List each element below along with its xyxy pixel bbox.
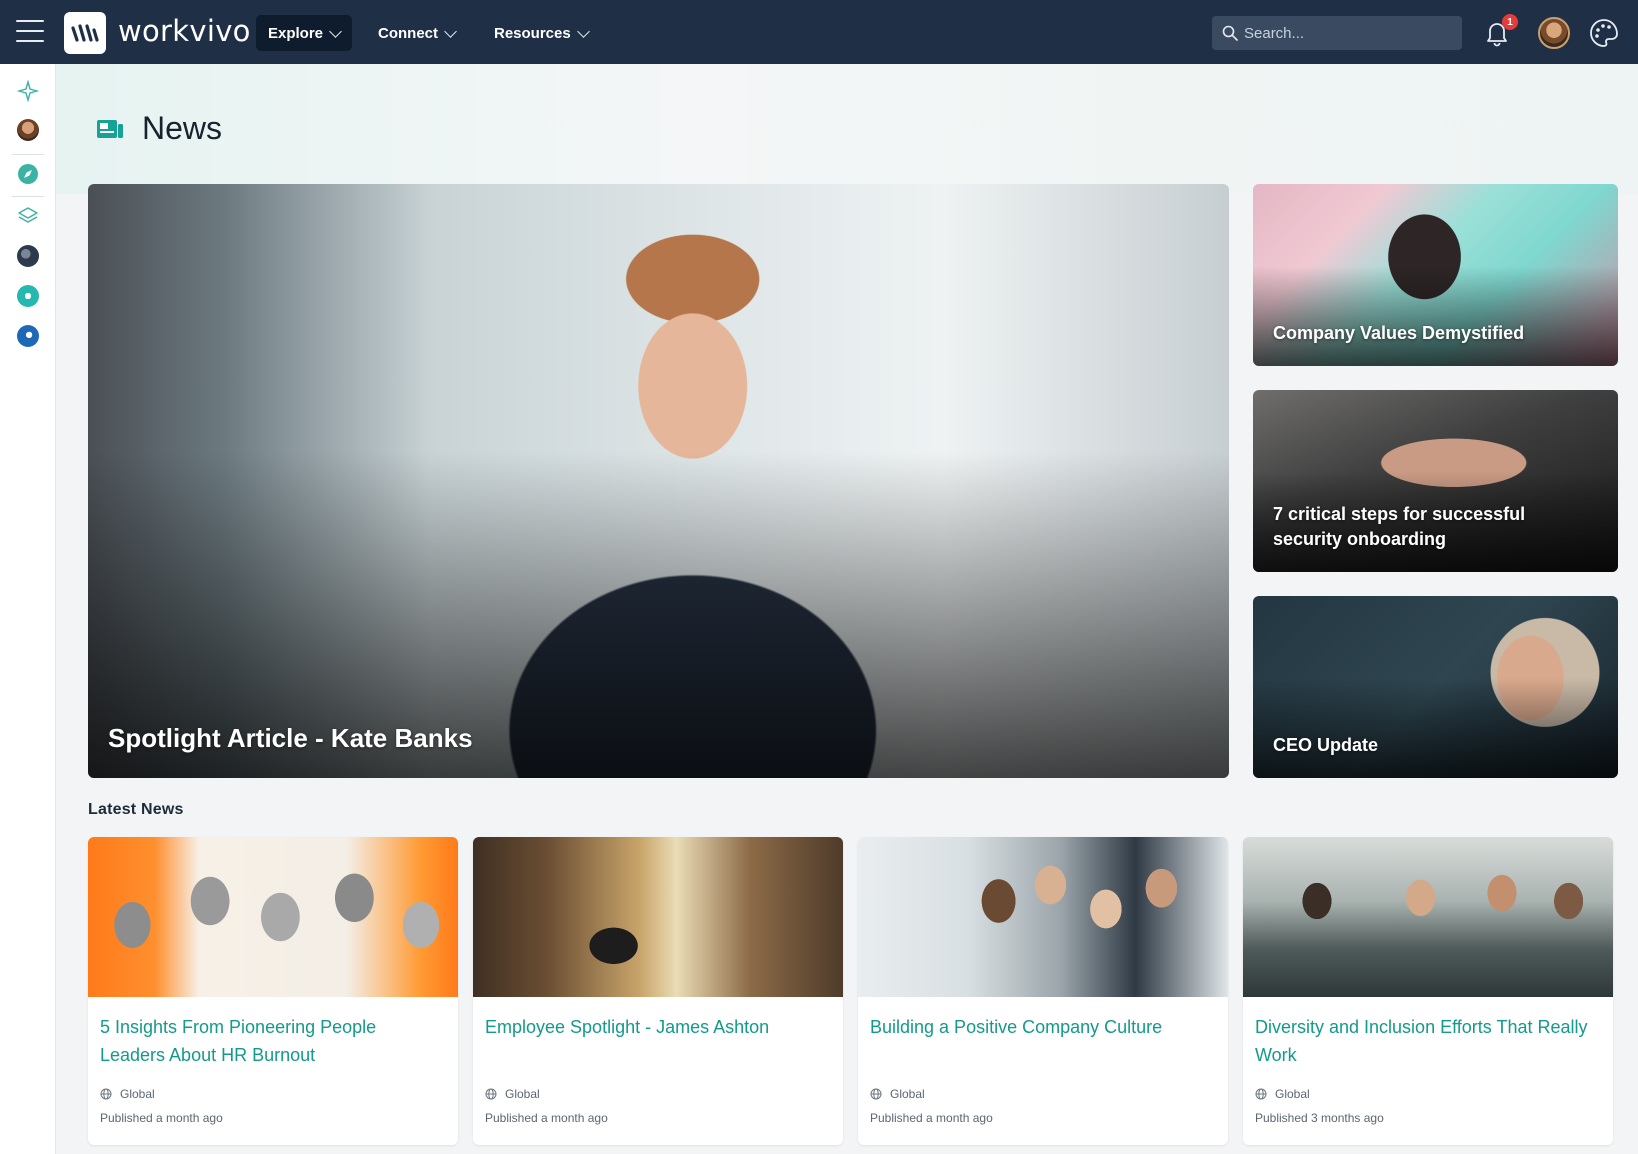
nav-connect-label: Connect [378,24,438,42]
profile-avatar[interactable] [17,119,39,141]
compass-icon[interactable] [17,163,39,185]
nav-explore-label: Explore [268,24,324,42]
sparkle-icon[interactable] [17,80,39,102]
latest-news-heading: Latest News [88,801,184,818]
nav-resources[interactable]: Resources [482,15,600,51]
news-card[interactable]: Diversity and Inclusion Efforts That Rea… [1243,837,1613,1145]
featured-side-article[interactable]: CEO Update [1253,596,1618,778]
news-card-image [858,837,1228,997]
image-overlay [1253,265,1618,366]
featured-main-article[interactable]: Spotlight Article - Kate Banks [88,184,1229,778]
globe-icon [1255,1088,1267,1100]
brand-name: workvivo [118,14,251,48]
news-card-title[interactable]: Employee Spotlight - James Ashton [485,1013,831,1041]
chevron-down-icon [444,24,457,38]
news-card-scope-label: Global [505,1087,540,1101]
left-rail [0,64,56,1154]
space-astronomy-icon[interactable] [17,245,39,267]
news-card-scope-label: Global [890,1087,925,1101]
featured-side-title: Company Values Demystified [1273,322,1525,343]
nav-resources-label: Resources [494,24,571,42]
search-icon [1222,25,1238,41]
rail-divider [12,196,44,197]
news-card-title[interactable]: 5 Insights From Pioneering People Leader… [100,1013,446,1069]
featured-side-title: CEO Update [1273,734,1379,755]
user-avatar[interactable] [1538,17,1570,49]
news-card-image [473,837,843,997]
news-card-scope: Global [100,1087,155,1101]
globe-icon [485,1088,497,1100]
news-card-title[interactable]: Building a Positive Company Culture [870,1013,1216,1041]
layers-icon[interactable] [17,205,39,227]
newspaper-icon [97,119,123,138]
news-card-scope: Global [870,1087,925,1101]
space-atom-icon[interactable] [17,285,39,307]
news-card-scope: Global [1255,1087,1310,1101]
image-overlay [1253,677,1618,778]
news-card-published: Published a month ago [100,1111,223,1125]
search-bar[interactable] [1212,16,1462,50]
news-card-title[interactable]: Diversity and Inclusion Efforts That Rea… [1255,1013,1601,1069]
news-card-image [1243,837,1613,997]
featured-side-article[interactable]: Company Values Demystified [1253,184,1618,366]
header-background [56,64,1638,194]
nav-explore[interactable]: Explore [256,15,353,51]
news-card-scope-label: Global [1275,1087,1310,1101]
chevron-down-icon [576,24,590,38]
globe-icon [100,1088,112,1100]
page-title-text: News [142,110,223,146]
page-title: News [96,110,222,147]
main-content: News Spotlight Article - Kate Banks Comp… [56,64,1638,1154]
workvivo-logo-icon [71,24,99,42]
rail-divider [12,154,44,155]
news-card-scope-label: Global [120,1087,155,1101]
palette-icon[interactable] [1588,17,1620,49]
chevron-down-icon [329,24,342,38]
globe-icon [870,1088,882,1100]
featured-side-article[interactable]: 7 critical steps for successful security… [1253,390,1618,572]
space-rocket-icon[interactable] [17,325,39,347]
news-card-published: Published a month ago [485,1111,608,1125]
top-navigation-bar: workvivo Explore Connect Resources 1 [0,0,1638,64]
news-card[interactable]: 5 Insights From Pioneering People Leader… [88,837,458,1145]
news-card[interactable]: Employee Spotlight - James Ashton Global… [473,837,843,1145]
news-card-image [88,837,458,997]
featured-side-title: 7 critical steps for successful security… [1273,503,1526,549]
nav-connect[interactable]: Connect [366,15,467,51]
news-card-published: Published a month ago [870,1111,993,1125]
hamburger-icon[interactable] [16,20,44,42]
workvivo-logo[interactable] [64,12,106,54]
notification-badge: 1 [1502,14,1518,30]
news-card[interactable]: Building a Positive Company Culture Glob… [858,837,1228,1145]
news-card-published: Published 3 months ago [1255,1111,1384,1125]
news-card-scope: Global [485,1087,540,1101]
search-input[interactable] [1244,24,1444,42]
featured-main-title: Spotlight Article - Kate Banks [108,722,473,753]
